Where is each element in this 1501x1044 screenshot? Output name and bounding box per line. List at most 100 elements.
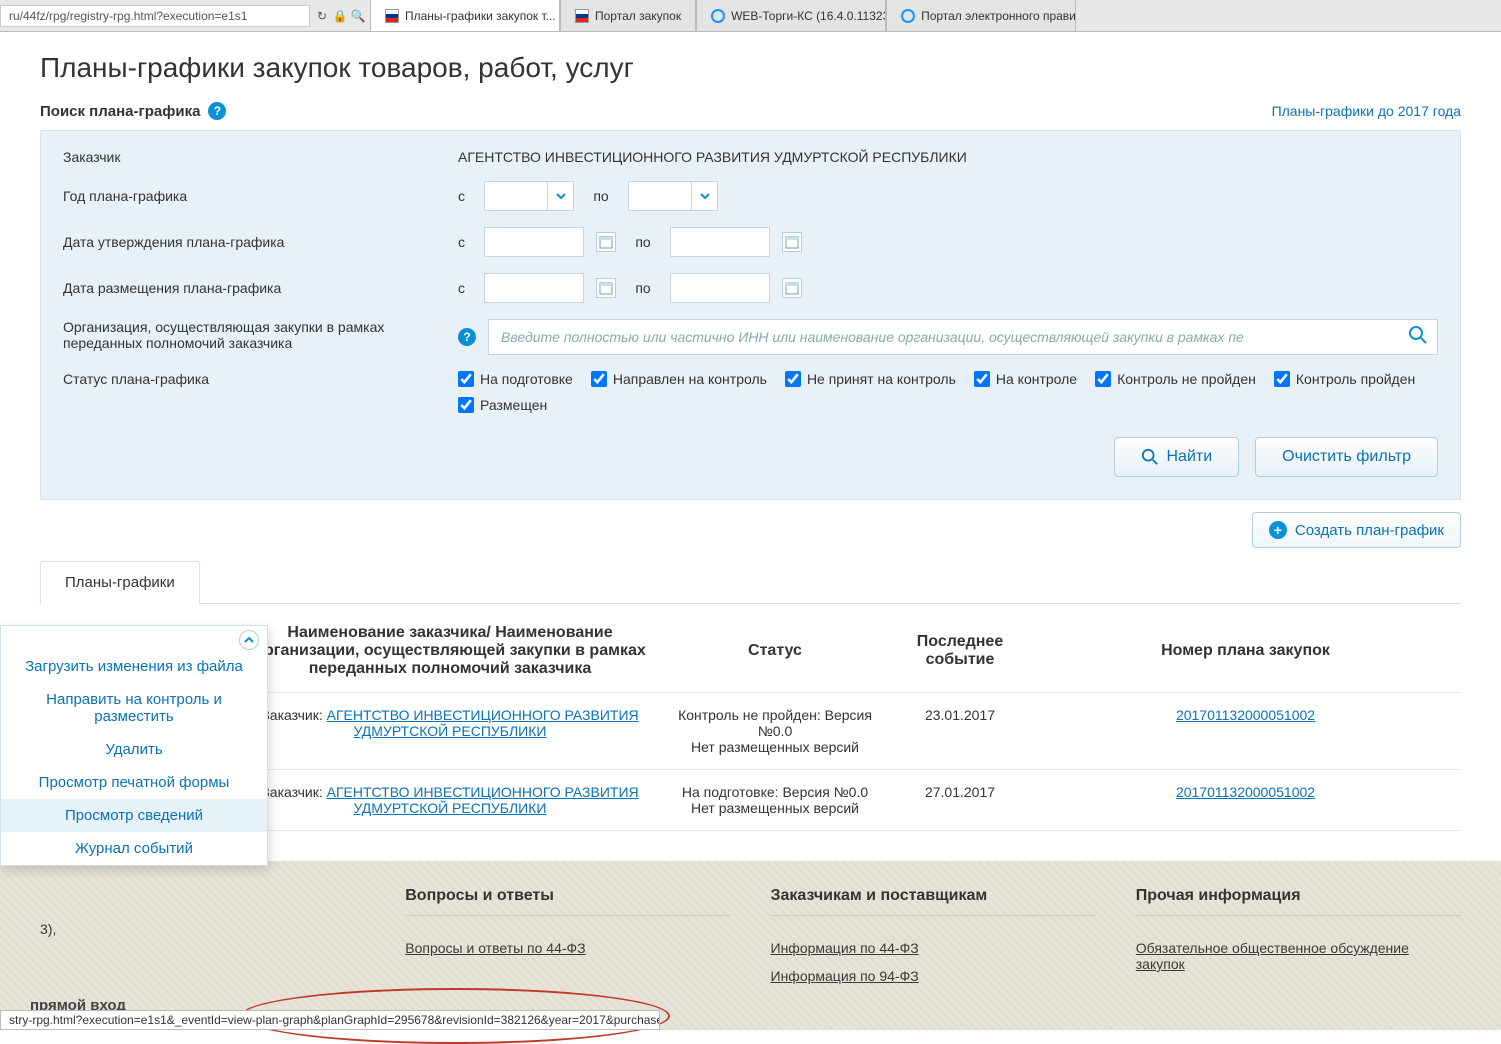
search-icon[interactable]: 🔍: [350, 8, 366, 24]
page-footer: 3), Вопросы и ответы Вопросы и ответы по…: [0, 861, 1501, 1030]
search-section-label: Поиск плана-графика: [40, 103, 200, 120]
footer-head-other: Прочая информация: [1136, 887, 1461, 916]
label-from: с: [458, 280, 472, 296]
browser-tab-3[interactable]: Портал электронного правит...: [886, 0, 1076, 31]
clear-filter-button[interactable]: Очистить фильтр: [1255, 437, 1438, 477]
url-bar[interactable]: ru/44fz/rpg/registry-rpg.html?execution=…: [0, 5, 310, 27]
cell-status-l2: Нет размещенных версий: [670, 739, 880, 755]
th-status: Статус: [660, 610, 890, 693]
cell-num-link[interactable]: 201701132000051002: [1176, 707, 1315, 723]
ctx-print[interactable]: Просмотр печатной формы: [1, 766, 267, 799]
ctx-delete[interactable]: Удалить: [1, 733, 267, 766]
favicon-russia-icon: [575, 9, 589, 23]
browser-tab-1[interactable]: Портал закупок: [560, 0, 696, 31]
tab-plans[interactable]: Планы-графики: [40, 561, 200, 604]
filter-panel: Заказчик АГЕНТСТВО ИНВЕСТИЦИОННОГО РАЗВИ…: [40, 130, 1461, 500]
chk-prep[interactable]: На подготовке: [458, 371, 573, 387]
cell-name-prefix: Заказчик:: [261, 784, 326, 800]
search-icon[interactable]: [1408, 325, 1428, 348]
tab-label: Планы-графики: [65, 574, 175, 591]
create-plan-button[interactable]: + Создать план-график: [1252, 512, 1461, 548]
footer-link-94[interactable]: Информация по 94-ФЗ: [771, 962, 1096, 990]
chk-label: Контроль пройден: [1296, 371, 1415, 387]
calendar-icon[interactable]: [782, 278, 802, 298]
browser-tab-2[interactable]: WEB-Торги-КС (16.4.0.11323) :...: [696, 0, 886, 31]
value-customer: АГЕНТСТВО ИНВЕСТИЦИОННОГО РАЗВИТИЯ УДМУР…: [458, 149, 1438, 165]
find-button[interactable]: Найти: [1114, 437, 1240, 477]
date-place-to-input[interactable]: [670, 273, 770, 303]
chk-onctrl[interactable]: На контроле: [974, 371, 1077, 387]
chk-label: Не принят на контроль: [807, 371, 956, 387]
chk-placed[interactable]: Размещен: [458, 397, 547, 413]
cell-status-l1: Контроль не пройден: Версия №0.0: [670, 707, 880, 739]
button-label: Создать план-график: [1295, 522, 1444, 539]
th-last: Последнее событие: [890, 610, 1030, 693]
help-icon[interactable]: ?: [208, 102, 226, 120]
cell-name-link[interactable]: АГЕНТСТВО ИНВЕСТИЦИОННОГО РАЗВИТИЯ УДМУР…: [327, 707, 639, 739]
help-icon[interactable]: ?: [458, 328, 476, 346]
ctx-send[interactable]: Направить на контроль и разместить: [1, 683, 267, 733]
label-status: Статус плана-графика: [63, 371, 458, 387]
status-bar-url: stry-rpg.html?execution=e1s1&_eventId=vi…: [0, 1010, 660, 1030]
chk-sent[interactable]: Направлен на контроль: [591, 371, 767, 387]
chevron-up-icon[interactable]: [239, 630, 259, 650]
browser-chrome: ru/44fz/rpg/registry-rpg.html?execution=…: [0, 0, 1501, 32]
label-to: по: [586, 188, 616, 204]
footer-link-qa44[interactable]: Вопросы и ответы по 44-ФЗ: [405, 934, 730, 962]
org-search-input[interactable]: [488, 319, 1438, 355]
date-approve-from-input[interactable]: [484, 227, 584, 257]
ctx-log[interactable]: Журнал событий: [1, 832, 267, 865]
ctx-load[interactable]: Загрузить изменения из файла: [1, 650, 267, 683]
footer-head-qa: Вопросы и ответы: [405, 887, 730, 916]
th-num: Номер плана закупок: [1030, 610, 1461, 693]
tab-label: Портал электронного правит...: [921, 9, 1076, 23]
chk-label: На подготовке: [480, 371, 573, 387]
cell-status-l2: Нет размещенных версий: [670, 800, 880, 816]
button-label: Найти: [1167, 448, 1213, 466]
year-from-select[interactable]: [484, 181, 574, 211]
footer-link-discuss[interactable]: Обязательное общественное обсуждение зак…: [1136, 934, 1461, 978]
chk-label: Контроль не пройден: [1117, 371, 1256, 387]
cell-name-prefix: Заказчик:: [261, 707, 326, 723]
label-from: с: [458, 234, 472, 250]
date-place-from-input[interactable]: [484, 273, 584, 303]
label-date-approve: Дата утверждения плана-графика: [63, 234, 458, 250]
url-bar-icons: ↻ 🔒 🔍: [310, 8, 370, 24]
calendar-icon[interactable]: [782, 232, 802, 252]
calendar-icon[interactable]: [596, 232, 616, 252]
label-customer: Заказчик: [63, 149, 458, 165]
plus-icon: +: [1269, 521, 1287, 539]
favicon-icon: [711, 9, 725, 23]
label-year: Год плана-графика: [63, 188, 458, 204]
chk-label: На контроле: [996, 371, 1077, 387]
button-label: Очистить фильтр: [1282, 448, 1411, 466]
tab-label: Планы-графики закупок т...: [405, 9, 556, 23]
cell-last: 23.01.2017: [890, 693, 1030, 770]
cell-name-link[interactable]: АГЕНТСТВО ИНВЕСТИЦИОННОГО РАЗВИТИЯ УДМУР…: [327, 784, 639, 816]
date-approve-to-input[interactable]: [670, 227, 770, 257]
calendar-icon[interactable]: [596, 278, 616, 298]
refresh-icon[interactable]: ↻: [314, 8, 330, 24]
ctx-view[interactable]: Просмотр сведений: [1, 799, 267, 832]
tab-label: WEB-Торги-КС (16.4.0.11323) :...: [731, 9, 886, 23]
chk-ctrlpass[interactable]: Контроль пройден: [1274, 371, 1415, 387]
context-menu: Загрузить изменения из файла Направить н…: [0, 625, 268, 866]
lock-icon: 🔒: [332, 8, 348, 24]
cell-last: 27.01.2017: [890, 770, 1030, 831]
label-org: Организация, осуществляющая закупки в ра…: [63, 319, 458, 351]
chevron-down-icon: [547, 182, 573, 210]
page-title: Планы-графики закупок товаров, работ, ус…: [40, 52, 1461, 84]
url-text: ru/44fz/rpg/registry-rpg.html?execution=…: [9, 9, 247, 23]
link-old-plans[interactable]: Планы-графики до 2017 года: [1272, 103, 1461, 119]
footer-fragment: 3),: [40, 921, 56, 937]
browser-tabs: Планы-графики закупок т... × Портал заку…: [370, 0, 1501, 31]
year-to-select[interactable]: [628, 181, 718, 211]
label-date-place: Дата размещения плана-графика: [63, 280, 458, 296]
footer-link-44[interactable]: Информация по 44-ФЗ: [771, 934, 1096, 962]
chk-notacc[interactable]: Не принят на контроль: [785, 371, 956, 387]
chk-ctrlfail[interactable]: Контроль не пройден: [1095, 371, 1256, 387]
cell-num-link[interactable]: 201701132000051002: [1176, 784, 1315, 800]
browser-tab-0[interactable]: Планы-графики закупок т... ×: [370, 0, 560, 31]
favicon-icon: [901, 9, 915, 23]
label-to: по: [628, 234, 658, 250]
